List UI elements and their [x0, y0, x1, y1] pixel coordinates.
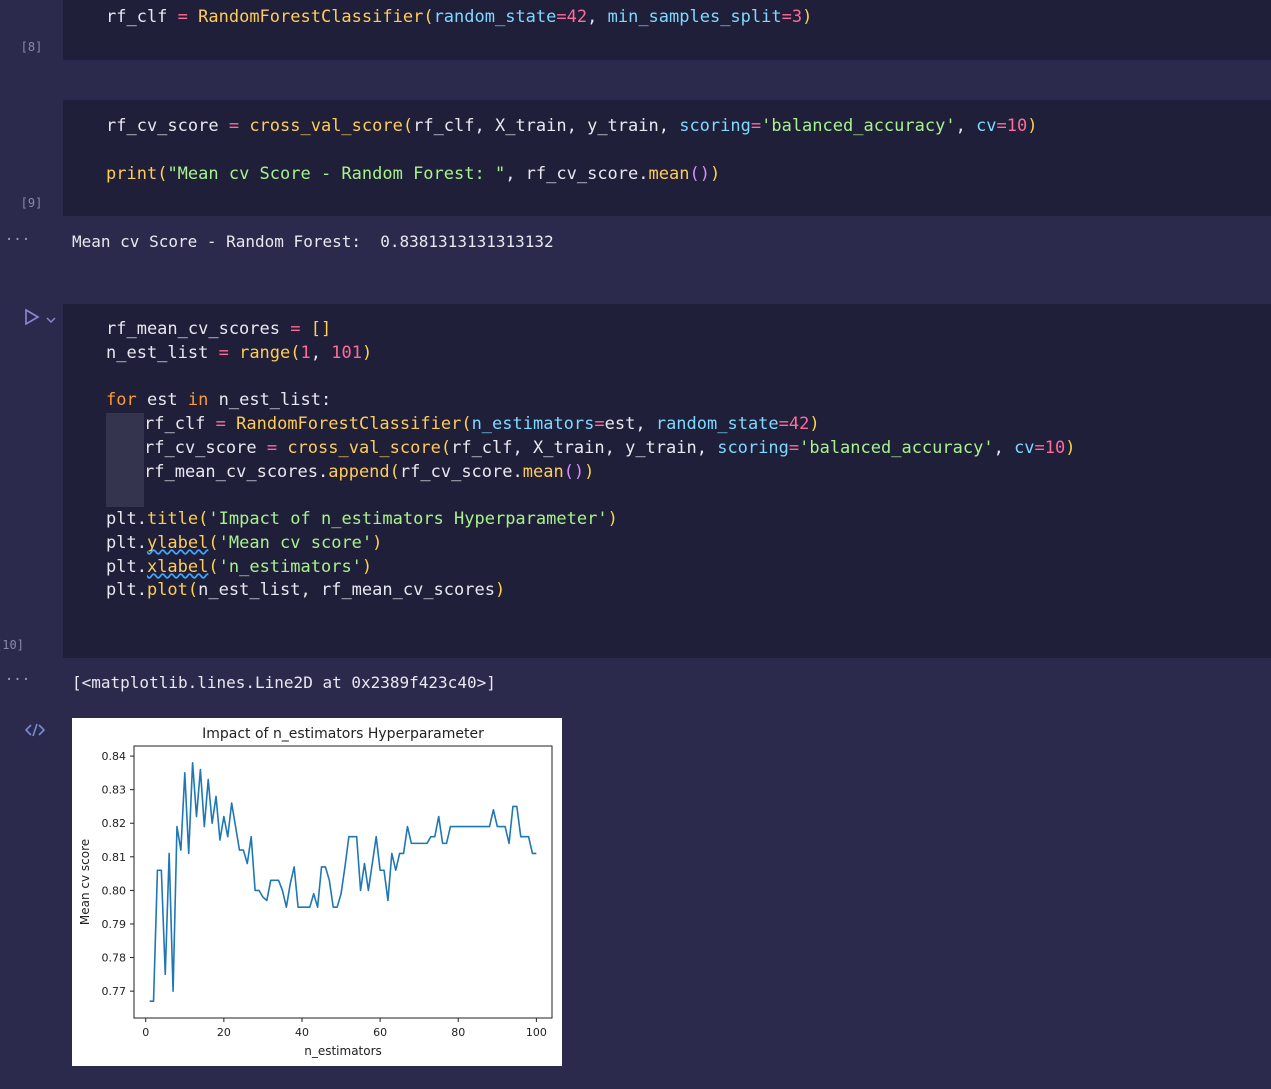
output-more-icon[interactable]: ··· — [0, 232, 49, 248]
y-tick-label: 0.78 — [102, 952, 127, 965]
execution-count: [10] — [0, 638, 24, 652]
line-chart: Impact of n_estimators Hyperparameter 0 20… — [78, 726, 553, 1058]
cell-output-text: [<matplotlib.lines.Line2D at 0x2389f423c… — [72, 673, 496, 692]
code-line[interactable]: for est in n_est_list: — [106, 388, 331, 412]
y-tick-label: 0.81 — [102, 851, 127, 864]
x-tick-label: 40 — [295, 1026, 309, 1039]
y-axis-label: Mean cv score — [78, 839, 92, 925]
code-line[interactable]: plt.plot(n_est_list, rf_mean_cv_scores) — [106, 578, 505, 602]
output-more-icon[interactable]: ··· — [0, 672, 49, 688]
code-line[interactable]: n_est_list = range(1, 101) — [106, 341, 372, 365]
code-line[interactable]: plt.ylabel('Mean cv score') — [106, 531, 382, 555]
code-icon[interactable] — [24, 722, 46, 742]
code-line[interactable]: plt.title('Impact of n_estimators Hyperp… — [106, 507, 618, 531]
indent-guide — [106, 413, 144, 507]
x-tick-label: 100 — [526, 1026, 547, 1039]
y-tick-label: 0.83 — [102, 784, 127, 797]
code-line[interactable]: rf_mean_cv_scores.append(rf_cv_score.mea… — [144, 460, 594, 484]
x-tick-label: 20 — [217, 1026, 231, 1039]
y-tick-label: 0.77 — [102, 985, 127, 998]
execution-count: [9] — [20, 196, 43, 210]
code-line[interactable]: rf_clf = RandomForestClassifier(random_s… — [106, 5, 812, 29]
code-line[interactable]: plt.xlabel('n_estimators') — [106, 555, 372, 579]
code-line[interactable]: print("Mean cv Score - Random Forest: ",… — [106, 162, 720, 186]
chart-title: Impact of n_estimators Hyperparameter — [202, 726, 484, 742]
y-tick-label: 0.79 — [102, 918, 127, 931]
x-tick-label: 60 — [373, 1026, 387, 1039]
code-line[interactable]: rf_cv_score = cross_val_score(rf_clf, X_… — [144, 436, 1076, 460]
code-line[interactable]: rf_cv_score = cross_val_score(rf_clf, X_… — [106, 114, 1038, 138]
run-icon[interactable] — [24, 308, 40, 330]
x-tick-label: 80 — [451, 1026, 465, 1039]
y-tick-label: 0.84 — [102, 750, 127, 763]
x-tick-label: 0 — [142, 1026, 149, 1039]
code-line[interactable]: rf_clf = RandomForestClassifier(n_estima… — [144, 412, 820, 436]
series-line — [149, 761, 537, 1003]
plot-output: Impact of n_estimators Hyperparameter 0 20… — [72, 718, 562, 1066]
y-tick-label: 0.80 — [102, 884, 127, 897]
code-line[interactable]: rf_mean_cv_scores = [] — [106, 317, 331, 341]
cell-output-text: Mean cv Score - Random Forest: 0.8381313… — [72, 232, 554, 251]
execution-count: [8] — [20, 40, 43, 54]
y-tick-label: 0.82 — [102, 817, 127, 830]
chevron-down-icon[interactable] — [46, 310, 56, 329]
x-axis-label: n_estimators — [304, 1044, 382, 1058]
